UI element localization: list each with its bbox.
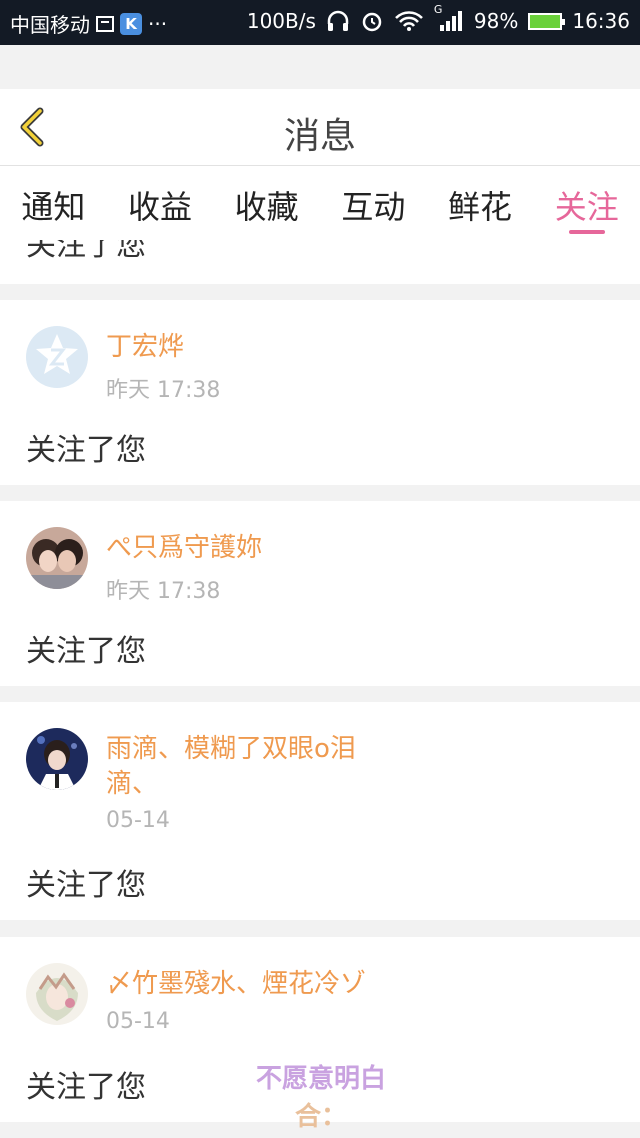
username[interactable]: 〆竹墨殘水、煙花冷ゾ xyxy=(106,967,366,1002)
tab-favorites[interactable]: 收藏 xyxy=(213,166,320,240)
page-title: 消息 xyxy=(283,116,356,157)
list-item[interactable]: ぺ只爲守護妳 昨天 17:38 关注了您 xyxy=(0,501,640,686)
tab-label: 通知 xyxy=(21,188,86,226)
tab-label: 鲜花 xyxy=(448,188,513,226)
tab-label: 互动 xyxy=(341,188,406,226)
list-item[interactable]: 丁宏烨 昨天 17:38 关注了您 xyxy=(0,300,640,485)
tab-label: 关注 xyxy=(554,188,619,226)
username[interactable]: 雨滴、模糊了双眼o泪 滴、 xyxy=(106,732,356,802)
user-photo xyxy=(26,728,88,790)
message-text: 关注了您 xyxy=(26,634,146,669)
battery-percent: 98% xyxy=(473,9,519,33)
message-text: 关注了您 xyxy=(26,868,146,903)
message-feed[interactable]: 关注了您 丁宏烨 昨天 17:38 关注了您 ぺ只爲守護妳 昨天 17:38 关… xyxy=(0,240,640,1138)
avatar[interactable] xyxy=(26,326,88,388)
username-line: 雨滴、模糊了双眼o泪 xyxy=(106,734,356,764)
tab-bar: 通知 收益 收藏 互动 鲜花 关注 xyxy=(0,166,640,240)
message-text: 关注了您 xyxy=(26,1070,146,1105)
default-avatar-icon xyxy=(26,326,88,388)
timestamp: 05-14 xyxy=(106,1009,170,1034)
carrier-label: 中国移动 xyxy=(10,13,90,37)
gallery-icon xyxy=(96,15,114,32)
tab-label: 收益 xyxy=(128,188,193,226)
tab-follows[interactable]: 关注 xyxy=(533,166,640,240)
tab-flowers[interactable]: 鲜花 xyxy=(427,166,534,240)
more-notifications-icon: ··· xyxy=(148,11,168,36)
message-text: 关注了您 xyxy=(26,240,146,263)
network-speed: 100B/s xyxy=(246,9,316,33)
list-item[interactable]: 关注了您 xyxy=(0,240,640,284)
clock: 16:36 xyxy=(572,9,630,33)
status-bar: 中国移动 K ··· 100B/s G 98% 16:36 xyxy=(0,0,640,45)
alarm-icon xyxy=(362,12,382,32)
wifi-icon xyxy=(395,11,423,31)
timestamp: 昨天 17:38 xyxy=(106,378,221,403)
list-item[interactable]: 雨滴、模糊了双眼o泪 滴、 05-14 关注了您 xyxy=(0,702,640,920)
lyrics-line: 合： xyxy=(294,1102,347,1132)
user-photo xyxy=(26,963,88,1025)
username-line: 滴、 xyxy=(106,769,159,799)
avatar[interactable] xyxy=(26,527,88,589)
header-bar: 消息 xyxy=(0,89,640,166)
tab-interactions[interactable]: 互动 xyxy=(320,166,427,240)
username[interactable]: ぺ只爲守護妳 xyxy=(106,531,262,566)
signal-icon: G xyxy=(434,3,464,33)
message-text: 关注了您 xyxy=(26,433,146,468)
timestamp: 05-14 xyxy=(106,808,170,833)
username[interactable]: 丁宏烨 xyxy=(106,330,184,365)
avatar[interactable] xyxy=(26,728,88,790)
floating-lyrics: 不愿意明白 合： xyxy=(236,1060,406,1136)
timestamp: 昨天 17:38 xyxy=(106,579,221,604)
k-app-icon: K xyxy=(120,12,142,35)
tab-label: 收藏 xyxy=(234,188,299,226)
tab-earnings[interactable]: 收益 xyxy=(107,166,214,240)
battery-icon xyxy=(528,12,566,30)
headphones-icon xyxy=(327,10,349,31)
active-tab-indicator xyxy=(568,230,605,234)
tab-notifications[interactable]: 通知 xyxy=(0,166,107,240)
top-spacer xyxy=(0,45,640,89)
avatar[interactable] xyxy=(26,963,88,1025)
user-photo xyxy=(26,527,88,589)
lyrics-line: 不愿意明白 xyxy=(255,1064,386,1094)
